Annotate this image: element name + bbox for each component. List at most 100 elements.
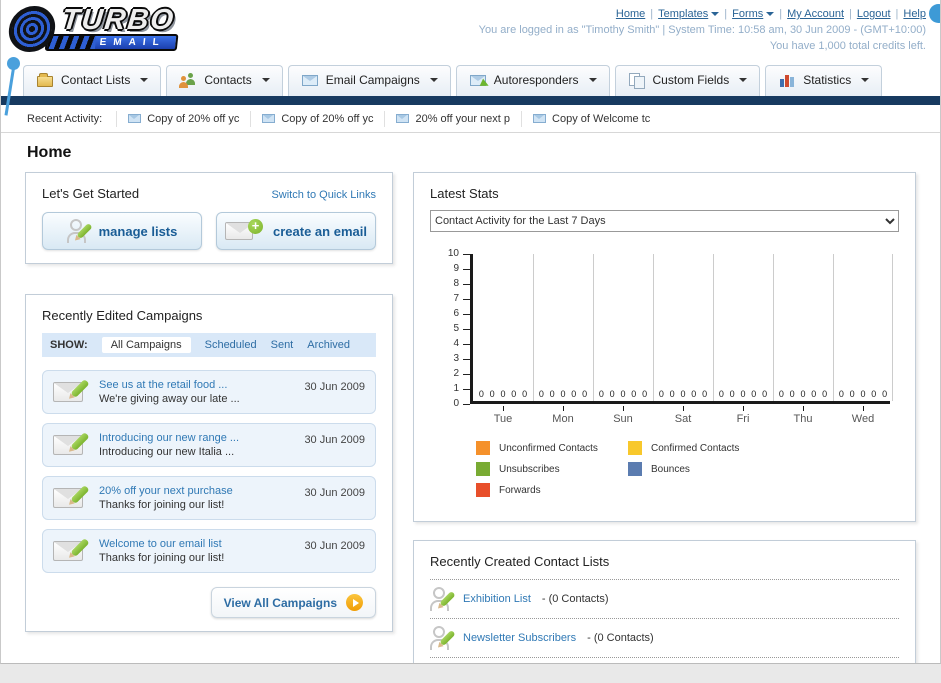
data-value-label: 0 (609, 389, 615, 399)
data-value-label: 0 (702, 389, 708, 399)
campaign-envelope-icon (53, 378, 90, 405)
recent-activity-item-label: Copy of 20% off yc (281, 112, 374, 125)
filter-sent[interactable]: Sent (271, 339, 294, 351)
top-link-home[interactable]: Home (616, 8, 645, 20)
day-label-fri: Fri (713, 406, 773, 425)
tab-autoresponders[interactable]: Autoresponders (455, 65, 610, 96)
zero-value-group: 00000 (833, 389, 893, 399)
y-tick-label: 8 (453, 278, 459, 289)
recent-activity-bar: Recent Activity: Copy of 20% off yc Copy … (1, 105, 940, 133)
contact-list-name-link[interactable]: Exhibition List (463, 593, 531, 605)
day-label-wed: Wed (833, 406, 893, 425)
nav-separator: | (650, 8, 654, 20)
arrow-circle-icon (346, 594, 363, 611)
gridline (892, 254, 893, 401)
top-link-logout[interactable]: Logout (857, 8, 891, 20)
campaign-title-link[interactable]: Welcome to our email list (99, 537, 224, 551)
y-tick-label: 9 (453, 263, 459, 274)
statistics-icon (778, 72, 796, 88)
app-window: TURBO EMAIL Home | Templates | Forms | My Acco… (0, 0, 941, 664)
view-all-campaigns-button[interactable]: View All Campaigns (210, 587, 376, 618)
view-all-campaigns-label: View All Campaigns (223, 595, 337, 610)
contact-list-name-link[interactable]: Newsletter Subscribers (463, 632, 576, 644)
gridline (653, 254, 654, 401)
stats-period-select[interactable]: Contact Activity for the Last 7 Days (430, 210, 899, 232)
show-label: SHOW: (50, 339, 88, 351)
nav-separator: | (895, 8, 899, 20)
y-tick-label: 10 (447, 248, 459, 259)
recent-contact-lists-panel: Recently Created Contact Lists Exhibitio… (413, 540, 916, 663)
contact-list-items: Exhibition List - (0 Contacts) Newsletter… (430, 579, 899, 658)
recent-activity-item-label: Copy of 20% off yc (147, 112, 240, 125)
zero-value-group: 00000 (473, 389, 533, 399)
zero-value-group: 00000 (533, 389, 593, 399)
data-value-label: 0 (860, 389, 866, 399)
x-tick (622, 406, 624, 411)
recent-activity-item[interactable]: 20% off your next p (384, 110, 521, 127)
custom-fields-icon (628, 72, 646, 89)
right-column: Latest Stats Contact Activity for the La… (413, 172, 916, 663)
campaign-subtitle: Thanks for joining our list! (99, 552, 225, 564)
tab-contact-lists[interactable]: Contact Lists (23, 65, 162, 96)
logo-top-text: TURBO (60, 4, 177, 36)
email-campaigns-icon (301, 72, 319, 88)
contact-list-item[interactable]: Exhibition List - (0 Contacts) (430, 580, 899, 619)
data-value-label: 0 (778, 389, 784, 399)
contact-list-pencil-icon (430, 626, 456, 650)
x-tick (802, 406, 804, 411)
chevron-down-icon (861, 78, 870, 82)
tab-contacts[interactable]: Contacts (166, 65, 283, 96)
filter-scheduled[interactable]: Scheduled (205, 339, 257, 351)
y-tick-label: 1 (453, 383, 459, 394)
campaign-subtitle: Introducing our new Italia ... (99, 446, 235, 458)
campaign-row[interactable]: Welcome to our email list Thanks for join… (42, 529, 376, 573)
campaign-row[interactable]: 20% off your next purchase Thanks for joi… (42, 476, 376, 520)
credits-text: You have 1,000 total credits left. (769, 40, 926, 52)
campaign-filterbar: SHOW: All Campaigns Scheduled Sent Archived (42, 333, 376, 357)
x-tick (562, 406, 564, 411)
recent-activity-item-label: 20% off your next p (415, 112, 511, 125)
campaign-text: 20% off your next purchase Thanks for joi… (99, 484, 233, 512)
data-value-label: 0 (598, 389, 604, 399)
turbo-email-logo[interactable]: TURBO EMAIL (6, 4, 182, 52)
tab-custom-fields[interactable]: Custom Fields (614, 65, 761, 96)
top-link-templates[interactable]: Templates (658, 8, 720, 20)
chevron-down-icon (739, 78, 748, 82)
top-link-forms[interactable]: Forms (732, 8, 775, 20)
y-tick (463, 298, 470, 300)
create-email-label: create an email (273, 223, 367, 239)
y-tick-label: 2 (453, 368, 459, 379)
contact-list-item[interactable]: Newsletter Subscribers - (0 Contacts) (430, 619, 899, 658)
recent-activity-item[interactable]: Copy of 20% off yc (250, 110, 384, 127)
y-tick (463, 253, 470, 255)
day-label-thu: Thu (773, 406, 833, 425)
data-value-label: 0 (522, 389, 528, 399)
top-link-help[interactable]: Help (903, 8, 926, 20)
campaign-row[interactable]: See us at the retail food ... We're givin… (42, 370, 376, 414)
campaign-title-link[interactable]: 20% off your next purchase (99, 484, 233, 498)
campaign-title-link[interactable]: Introducing our new range ... (99, 431, 239, 445)
tab-email-campaigns[interactable]: Email Campaigns (287, 65, 451, 96)
data-value-label: 0 (718, 389, 724, 399)
campaign-row[interactable]: Introducing our new range ... Introducing… (42, 423, 376, 467)
left-column: Let's Get Started Switch to Quick Links … (25, 172, 393, 632)
legend-item-forwards: Forwards (476, 483, 628, 497)
campaign-title-link[interactable]: See us at the retail food ... (99, 378, 240, 392)
day-label-text: Wed (851, 413, 875, 425)
data-value-label: 0 (489, 389, 495, 399)
recent-activity-item[interactable]: Copy of 20% off yc (116, 110, 250, 127)
chevron-down-icon (429, 78, 438, 82)
create-email-button[interactable]: create an email (216, 212, 376, 250)
zero-value-group: 00000 (593, 389, 653, 399)
filter-all-campaigns[interactable]: All Campaigns (101, 337, 191, 353)
x-tick (502, 406, 504, 411)
latest-stats-panel: Latest Stats Contact Activity for the La… (413, 172, 916, 522)
recent-contact-lists-title: Recently Created Contact Lists (430, 554, 610, 569)
switch-to-quick-links-link[interactable]: Switch to Quick Links (271, 189, 376, 201)
filter-archived[interactable]: Archived (307, 339, 350, 351)
manage-lists-button[interactable]: manage lists (42, 212, 202, 250)
top-link-my-account[interactable]: My Account (787, 8, 844, 20)
recent-activity-item[interactable]: Copy of Welcome tc (521, 110, 661, 127)
tab-statistics[interactable]: Statistics (765, 65, 883, 96)
y-tick (463, 268, 470, 270)
